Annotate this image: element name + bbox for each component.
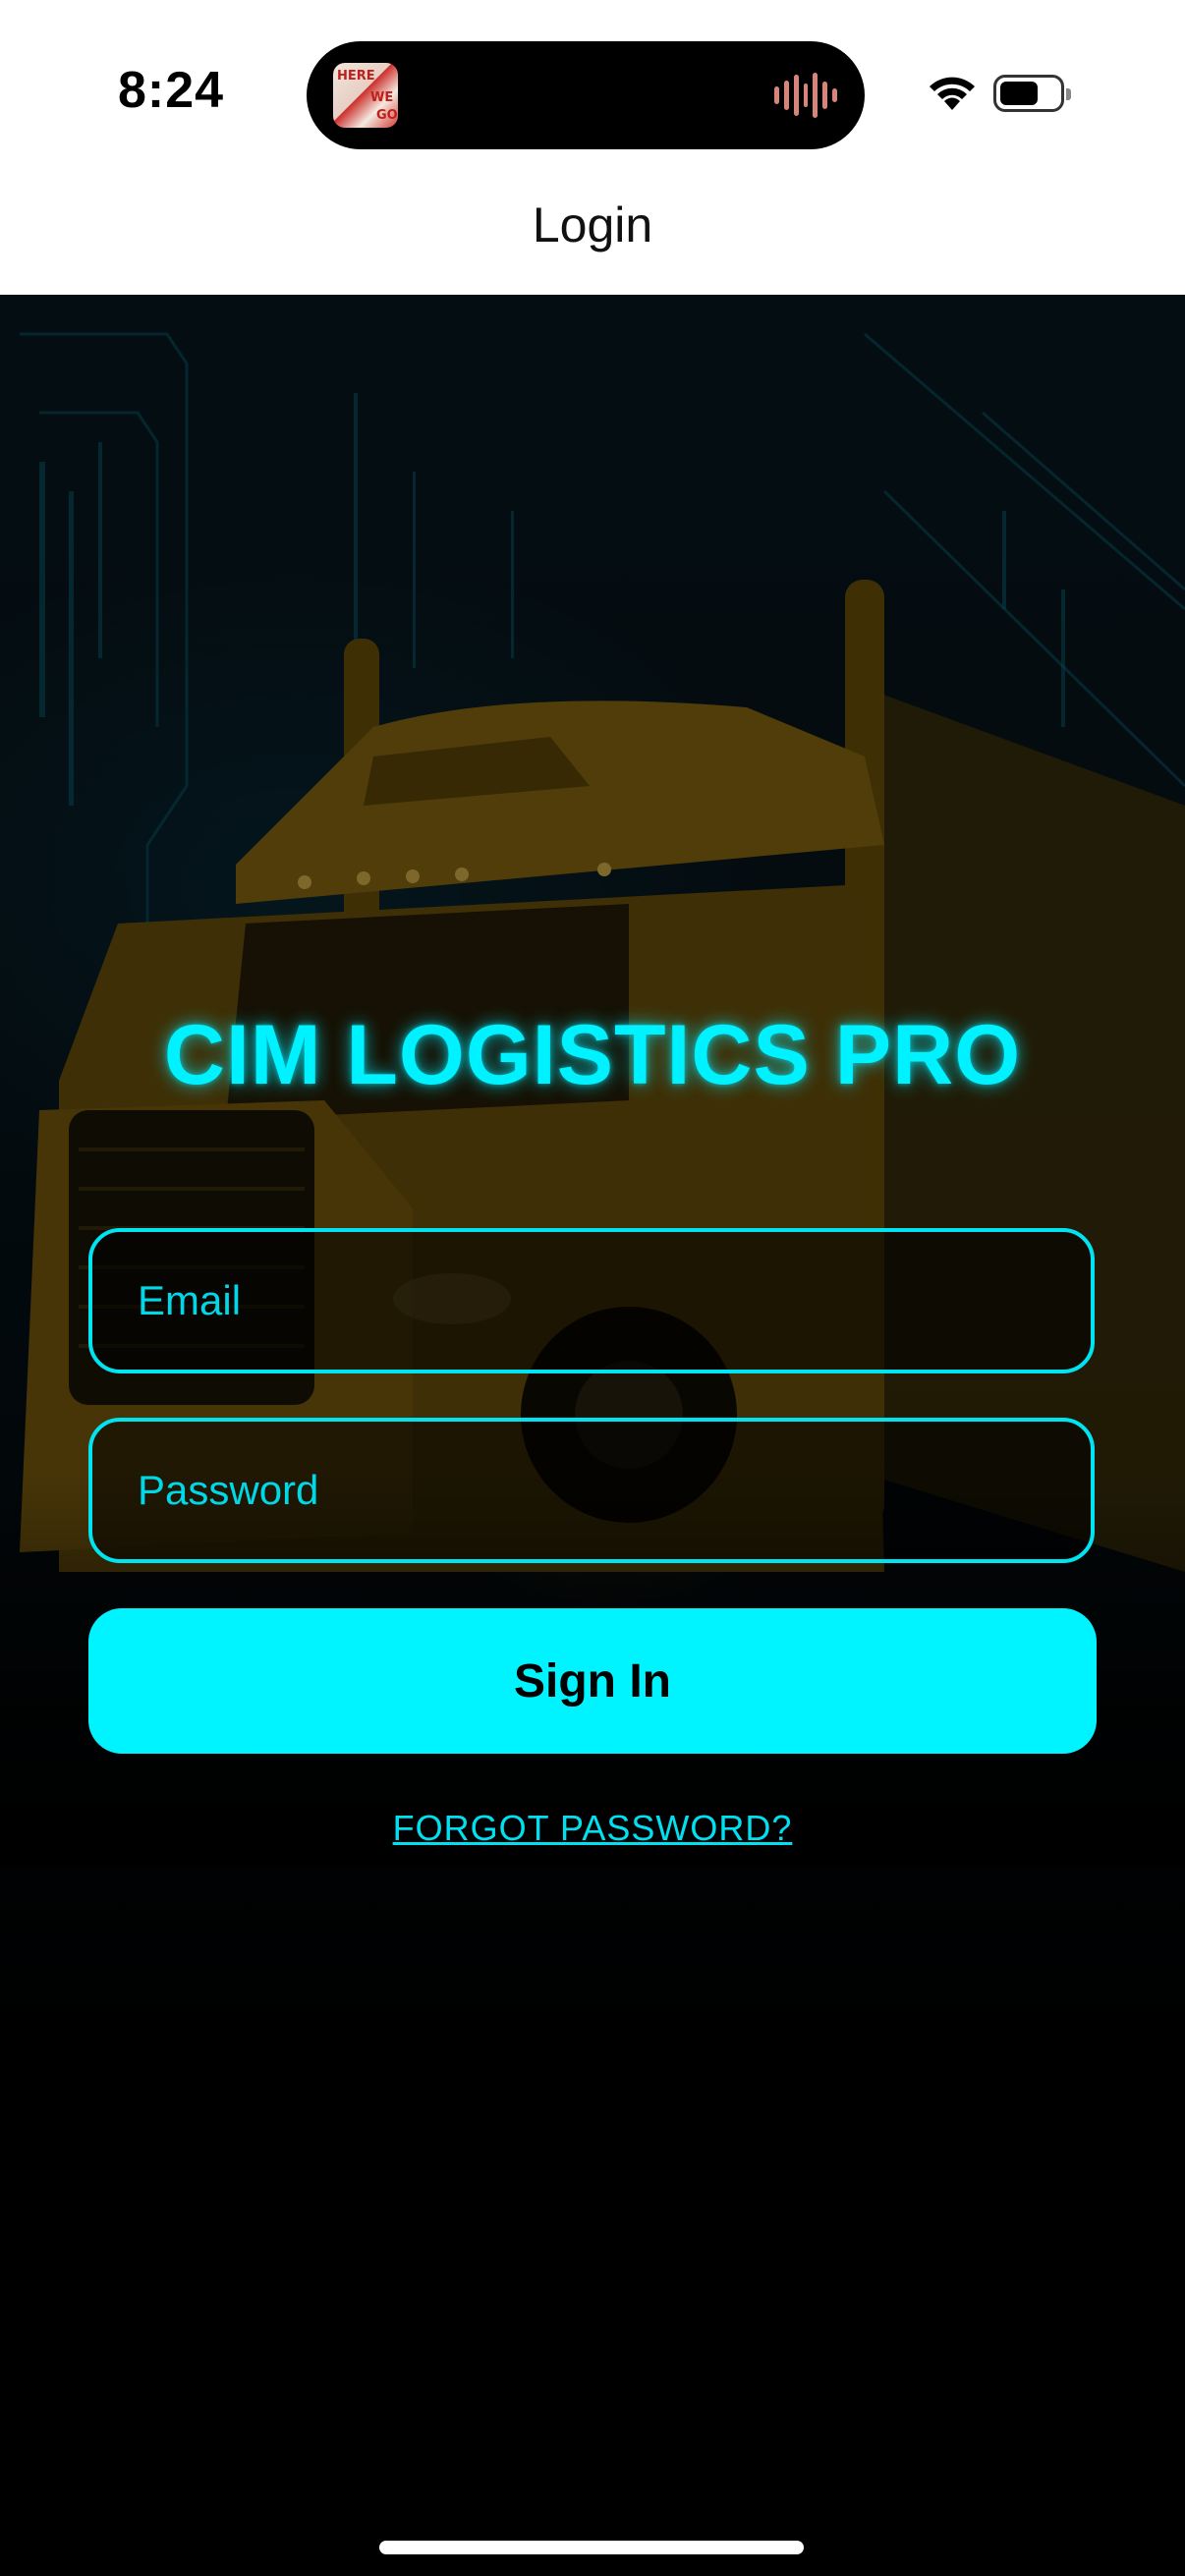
password-field[interactable] bbox=[88, 1418, 1095, 1563]
login-hero: CIM LOGISTICS PRO Sign In FORGOT PASSWOR… bbox=[0, 295, 1185, 2576]
page-title: Login bbox=[532, 197, 653, 252]
wifi-icon bbox=[930, 77, 975, 110]
app-brand-title: CIM LOGISTICS PRO bbox=[163, 1008, 1022, 1102]
email-field[interactable] bbox=[88, 1228, 1095, 1373]
forgot-password-link[interactable]: FORGOT PASSWORD? bbox=[0, 1808, 1185, 1849]
now-playing-album-icon[interactable]: HERE WE GO bbox=[333, 63, 398, 128]
status-time: 8:24 bbox=[118, 62, 225, 119]
dynamic-island[interactable]: HERE WE GO bbox=[307, 41, 865, 149]
home-indicator[interactable] bbox=[379, 2541, 804, 2554]
sign-in-button[interactable]: Sign In bbox=[88, 1608, 1097, 1754]
password-input[interactable] bbox=[92, 1422, 1091, 1559]
status-and-nav-bar: 8:24 HERE WE GO Login bbox=[0, 0, 1185, 295]
email-input[interactable] bbox=[92, 1232, 1091, 1370]
battery-icon bbox=[993, 75, 1071, 112]
audio-waveform-icon bbox=[774, 71, 838, 120]
